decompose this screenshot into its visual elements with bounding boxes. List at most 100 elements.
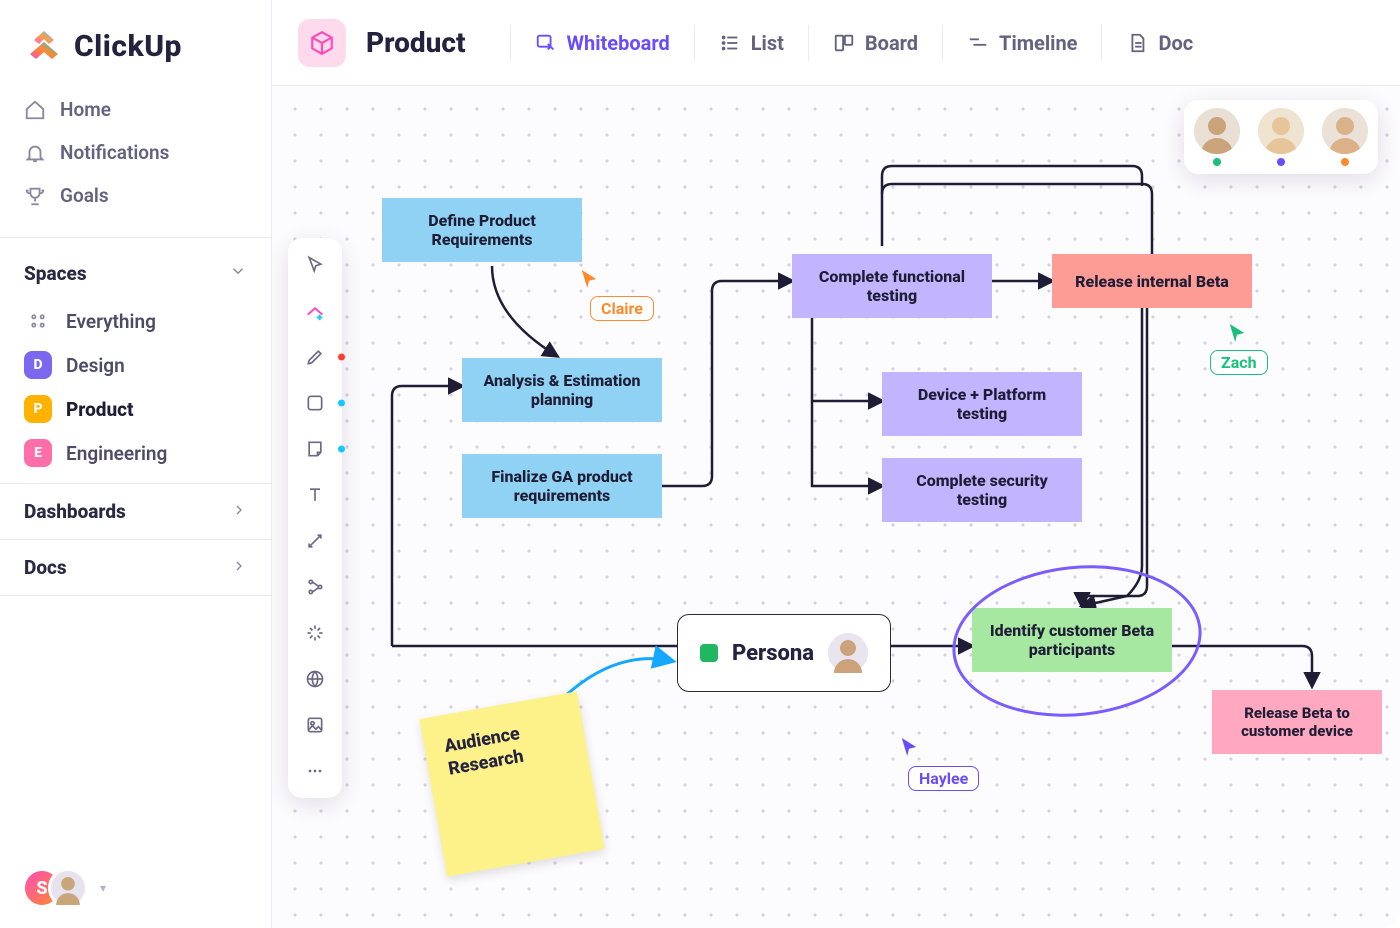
task-card-persona[interactable]: Persona — [677, 614, 891, 692]
doc-icon — [1126, 32, 1148, 54]
space-product-label: Product — [66, 398, 134, 421]
tool-more[interactable] — [298, 754, 332, 788]
status-dot — [1341, 158, 1349, 166]
node-release-internal[interactable]: Release internal Beta — [1052, 254, 1252, 308]
spaces-list: Everything D Design P Product E Engineer… — [0, 295, 271, 483]
space-engineering-label: Engineering — [66, 442, 167, 465]
nav-goals-label: Goals — [60, 184, 109, 207]
chevron-down-icon: ▾ — [100, 881, 106, 895]
cursor-claire-icon — [580, 268, 598, 290]
docs-section[interactable]: Docs — [0, 539, 271, 596]
view-doc[interactable]: Doc — [1116, 23, 1203, 63]
trophy-icon — [24, 185, 46, 207]
status-dot — [1213, 158, 1221, 166]
brand-name: ClickUp — [74, 29, 182, 64]
presence-user-2[interactable] — [1258, 108, 1304, 166]
space-design[interactable]: D Design — [10, 343, 261, 387]
everything-icon — [24, 307, 52, 335]
view-board-label: Board — [865, 31, 918, 55]
node-label: Complete functional testing — [808, 267, 976, 305]
timeline-icon — [967, 32, 989, 54]
pen-color-indicator — [338, 354, 345, 361]
space-engineering[interactable]: E Engineering — [10, 431, 261, 475]
node-release-beta[interactable]: Release Beta to customer device — [1212, 690, 1382, 754]
whiteboard-canvas[interactable]: Define Product Requirements Analysis & E… — [272, 86, 1400, 928]
nav-primary: Home Notifications Goals — [0, 84, 271, 231]
sidebar-footer[interactable]: S ▾ — [0, 848, 271, 928]
status-dot — [1277, 158, 1285, 166]
presence-user-1[interactable] — [1194, 108, 1240, 166]
docs-label: Docs — [24, 556, 67, 579]
tool-connector[interactable] — [298, 524, 332, 558]
spaces-title: Spaces — [24, 262, 87, 285]
chevron-right-icon — [231, 500, 247, 523]
divider — [0, 237, 271, 238]
spaces-header[interactable]: Spaces — [0, 244, 271, 295]
view-list[interactable]: List — [709, 23, 794, 63]
tool-relationship[interactable] — [298, 570, 332, 604]
space-product[interactable]: P Product — [10, 387, 261, 431]
space-design-label: Design — [66, 354, 125, 377]
assignee-avatar[interactable] — [828, 633, 868, 673]
shape-color-indicator — [338, 400, 345, 407]
chevron-right-icon — [231, 556, 247, 579]
node-label: Release Beta to customer device — [1228, 704, 1366, 740]
tool-select[interactable] — [298, 248, 332, 282]
nav-home-label: Home — [60, 98, 111, 121]
status-square-icon — [700, 644, 718, 662]
node-functional-testing[interactable]: Complete functional testing — [792, 254, 992, 318]
space-everything[interactable]: Everything — [10, 299, 261, 343]
cursor-zach-icon — [1228, 322, 1246, 344]
view-timeline-label: Timeline — [999, 31, 1077, 55]
space-chip[interactable] — [298, 19, 346, 67]
main: Product Whiteboard List — [272, 0, 1400, 928]
nav-goals[interactable]: Goals — [10, 174, 261, 217]
space-everything-label: Everything — [66, 310, 156, 333]
presence-bar[interactable] — [1184, 100, 1378, 174]
node-label: Device + Platform testing — [898, 385, 1066, 423]
node-security-testing[interactable]: Complete security testing — [882, 458, 1082, 522]
sticky-note-audience-research[interactable]: Audience Research — [419, 691, 604, 876]
node-label: Release internal Beta — [1075, 272, 1229, 291]
task-card-label: Persona — [732, 641, 814, 666]
whiteboard-icon — [535, 32, 557, 54]
nav-home[interactable]: Home — [10, 88, 261, 131]
tool-ai[interactable] — [298, 616, 332, 650]
view-board[interactable]: Board — [823, 23, 928, 63]
view-timeline[interactable]: Timeline — [957, 23, 1087, 63]
tool-text[interactable] — [298, 478, 332, 512]
avatar-stack: S — [22, 868, 88, 908]
sticky-color-indicator — [338, 446, 345, 453]
user-avatar-photo — [48, 868, 88, 908]
nav-notifications[interactable]: Notifications — [10, 131, 261, 174]
brand[interactable]: ClickUp — [0, 0, 271, 84]
list-icon — [719, 32, 741, 54]
app-window: ClickUp Home Notifications Goals — [0, 0, 1400, 928]
node-analysis[interactable]: Analysis & Estimation planning — [462, 358, 662, 422]
node-label: Define Product Requirements — [398, 211, 566, 249]
node-define-requirements[interactable]: Define Product Requirements — [382, 198, 582, 262]
tool-image[interactable] — [298, 708, 332, 742]
cursor-tag-haylee: Haylee — [908, 766, 979, 791]
space-badge-engineering: E — [24, 439, 52, 467]
nav-notifications-label: Notifications — [60, 141, 169, 164]
cursor-tag-claire: Claire — [590, 296, 654, 321]
node-device-platform-testing[interactable]: Device + Platform testing — [882, 372, 1082, 436]
view-whiteboard-label: Whiteboard — [567, 31, 670, 55]
tool-shape[interactable] — [298, 386, 332, 420]
avatar — [1322, 108, 1368, 154]
view-doc-label: Doc — [1158, 31, 1193, 55]
tool-task[interactable] — [298, 294, 332, 328]
presence-user-3[interactable] — [1322, 108, 1368, 166]
node-finalize-ga[interactable]: Finalize GA product requirements — [462, 454, 662, 518]
cursor-tag-zach: Zach — [1210, 350, 1268, 375]
node-label: Analysis & Estimation planning — [478, 371, 646, 409]
tool-pen[interactable] — [298, 340, 332, 374]
tool-sticky[interactable] — [298, 432, 332, 466]
view-whiteboard[interactable]: Whiteboard — [525, 23, 680, 63]
chevron-down-icon — [229, 262, 247, 285]
board-icon — [833, 32, 855, 54]
tool-web[interactable] — [298, 662, 332, 696]
dashboards-section[interactable]: Dashboards — [0, 483, 271, 539]
page-title: Product — [366, 26, 466, 59]
